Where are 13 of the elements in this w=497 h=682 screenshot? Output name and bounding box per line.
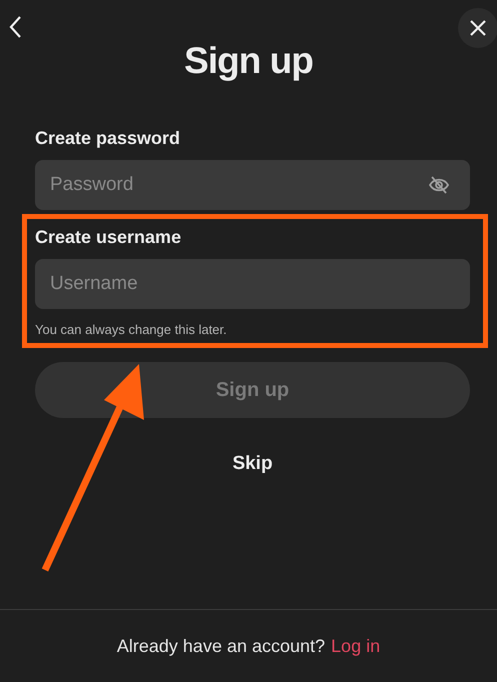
username-field[interactable]: Username — [35, 259, 470, 309]
hint-text: You can always change this later. — [35, 322, 228, 337]
password-field[interactable]: Password — [35, 160, 470, 210]
page-title: Sign up — [184, 40, 313, 82]
field-label: Create password — [35, 128, 182, 149]
close-button[interactable] — [458, 8, 497, 48]
log-in-link[interactable]: Log in — [331, 636, 380, 656]
skip-button[interactable]: Skip — [232, 453, 273, 475]
eye-slash-icon[interactable] — [428, 175, 450, 195]
field-label: Create username — [35, 227, 182, 248]
footer-text: Already have an account? — [116, 636, 326, 656]
chevron-left-icon — [8, 15, 22, 39]
close-icon — [469, 19, 487, 37]
